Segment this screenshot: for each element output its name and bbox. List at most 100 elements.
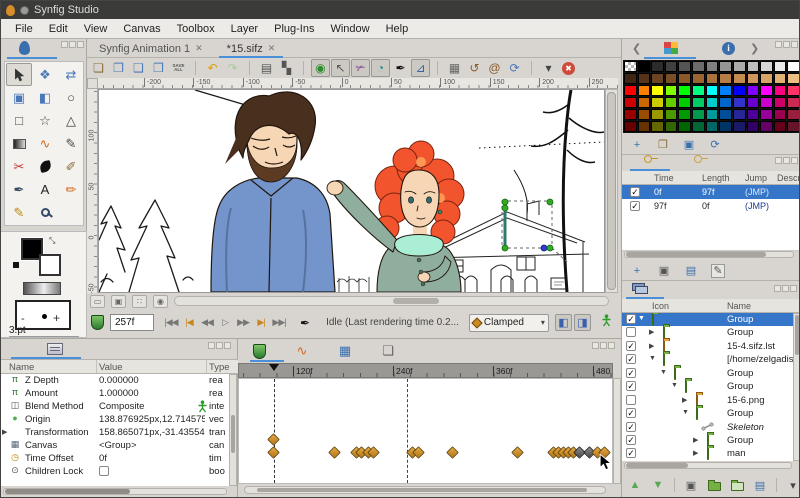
brush-size-decrease-button[interactable]: - <box>21 313 25 325</box>
refresh-palette-button[interactable]: ⟳ <box>708 138 722 152</box>
palette-color[interactable] <box>733 61 746 72</box>
timetrack-tab-params[interactable] <box>250 342 268 360</box>
polygon-tool[interactable]: △ <box>58 109 84 132</box>
toggle-radius-handles[interactable]: ◔ <box>371 59 390 77</box>
close-icon[interactable]: ✕ <box>268 43 276 54</box>
toggle-tangent-handles[interactable]: ✃ <box>351 59 370 77</box>
palette-color[interactable] <box>692 97 705 108</box>
outline-color-swatch[interactable] <box>39 254 61 276</box>
waypoint[interactable] <box>446 446 459 459</box>
draw-tool[interactable]: ✎ <box>58 132 84 155</box>
toggle-onion-skin-button[interactable]: ∷ <box>132 295 147 308</box>
close-view-button[interactable]: ✖ <box>559 59 578 77</box>
toggle-vertex-handles[interactable]: ↖ <box>331 59 350 77</box>
layer-visibility-checkbox[interactable]: ✓ <box>626 368 636 378</box>
palette-color[interactable] <box>719 121 732 132</box>
layers-menu-button[interactable]: ▾ <box>786 478 800 492</box>
palette-color[interactable] <box>706 97 719 108</box>
dock-buttons[interactable] <box>592 342 615 349</box>
ink-tool[interactable]: ✒ <box>6 178 32 201</box>
menu-layer[interactable]: Layer <box>223 21 267 37</box>
bones-mode-icon[interactable] <box>601 314 612 332</box>
window-menu-icon[interactable] <box>20 6 29 15</box>
vertical-ruler[interactable]: 100500-50 <box>87 89 98 293</box>
layer-visibility-checkbox[interactable]: ✓ <box>626 341 636 351</box>
collapse-icon[interactable]: ▼ <box>638 315 645 322</box>
parameter-row[interactable]: ◷Time Offset0ftim <box>1 452 229 465</box>
palette-color[interactable] <box>665 73 678 84</box>
layer-visibility-checkbox[interactable]: ✓ <box>626 408 636 418</box>
mirror-tool[interactable]: ⇄ <box>58 63 84 86</box>
waypoint[interactable] <box>511 446 524 459</box>
palette-color[interactable] <box>774 97 787 108</box>
eyedrop-tool[interactable]: ✎ <box>6 201 32 224</box>
waypoint[interactable] <box>267 446 280 459</box>
palette-color[interactable] <box>774 73 787 84</box>
brush-tool[interactable] <box>32 155 58 178</box>
lock-future-keyframe-button[interactable]: ◨ <box>574 314 591 331</box>
expand-icon[interactable]: ▶ <box>682 396 687 404</box>
keyframe-properties-button[interactable]: ✎ <box>711 264 725 278</box>
save-button[interactable]: ❑ <box>129 59 148 77</box>
brush-size-increase-button[interactable]: + <box>53 311 60 325</box>
col-length[interactable]: Length <box>702 173 730 183</box>
palette-color[interactable] <box>760 97 773 108</box>
palette-color[interactable] <box>760 109 773 120</box>
palette-color[interactable] <box>733 109 746 120</box>
dock-buttons[interactable] <box>775 41 798 48</box>
delete-layer-button[interactable]: ▤ <box>753 478 767 492</box>
col-name[interactable]: Name <box>727 301 751 311</box>
tab-info[interactable]: i <box>722 42 735 55</box>
palette-color[interactable] <box>624 61 637 72</box>
parameter-row[interactable]: πAmount1.000000rea <box>1 387 229 400</box>
palette-color[interactable] <box>719 109 732 120</box>
palette-color[interactable] <box>787 85 800 96</box>
parameter-row[interactable]: ▦Canvas<Group>can <box>1 439 229 452</box>
layer-visibility-checkbox[interactable]: ✓ <box>626 435 636 445</box>
palette-color[interactable] <box>787 121 800 132</box>
parameter-value[interactable]: <Group> <box>99 440 205 451</box>
toolbar-menu-button[interactable]: ▾ <box>539 59 558 77</box>
menu-edit[interactable]: Edit <box>41 21 76 37</box>
background-render-button[interactable]: ⟳ <box>505 59 524 77</box>
tab-palette[interactable] <box>664 42 678 54</box>
layer-row[interactable]: ✓▼Group <box>622 407 800 420</box>
palette-color[interactable] <box>651 73 664 84</box>
expand-icon[interactable]: ▶ <box>649 342 654 350</box>
palette-color[interactable] <box>678 61 691 72</box>
palette-color[interactable] <box>719 61 732 72</box>
timetrack-tab-meta[interactable]: ❏ <box>379 342 397 360</box>
palette-color[interactable] <box>760 73 773 84</box>
collapse-icon[interactable]: ▼ <box>682 409 689 416</box>
render-button[interactable]: ▤ <box>257 59 276 77</box>
tab-layers[interactable] <box>632 283 648 295</box>
toolbox-tab[interactable] <box>1 39 87 59</box>
palette-color[interactable] <box>719 97 732 108</box>
expand-icon[interactable]: ▶ <box>693 449 698 457</box>
layer-visibility-checkbox[interactable]: ✓ <box>626 448 636 458</box>
add-color-button[interactable]: + <box>630 138 644 152</box>
palette-next-button[interactable]: ❯ <box>750 42 759 55</box>
parameter-row[interactable]: ▶Transformation158.865071px,-31.43554tra… <box>1 426 229 439</box>
fill-tool[interactable]: ◧ <box>32 86 58 109</box>
parameter-value[interactable]: Composite <box>99 401 205 412</box>
lock-past-keyframe-button[interactable]: ◧ <box>555 314 572 331</box>
palette-color[interactable] <box>719 73 732 84</box>
palette-color[interactable] <box>624 85 637 96</box>
layer-row[interactable]: ✓▼Group <box>622 313 800 326</box>
palette-color[interactable] <box>747 109 760 120</box>
palette-color[interactable] <box>651 85 664 96</box>
menu-plugins[interactable]: Plug-Ins <box>266 21 322 37</box>
smooth-move-tool[interactable]: ❖ <box>32 63 58 86</box>
layer-row[interactable]: ✓▼Group <box>622 380 800 393</box>
palette-color[interactable] <box>692 109 705 120</box>
seek-end-button[interactable]: ▶▶| <box>270 315 288 331</box>
menu-help[interactable]: Help <box>378 21 417 37</box>
col-type[interactable]: Type <box>209 362 230 373</box>
palette-color[interactable] <box>747 85 760 96</box>
palette-color[interactable] <box>692 121 705 132</box>
menu-window[interactable]: Window <box>322 21 377 37</box>
expand-icon[interactable]: ▶ <box>2 428 7 436</box>
low-res-button[interactable]: @ <box>485 59 504 77</box>
waypoint[interactable] <box>267 433 280 446</box>
